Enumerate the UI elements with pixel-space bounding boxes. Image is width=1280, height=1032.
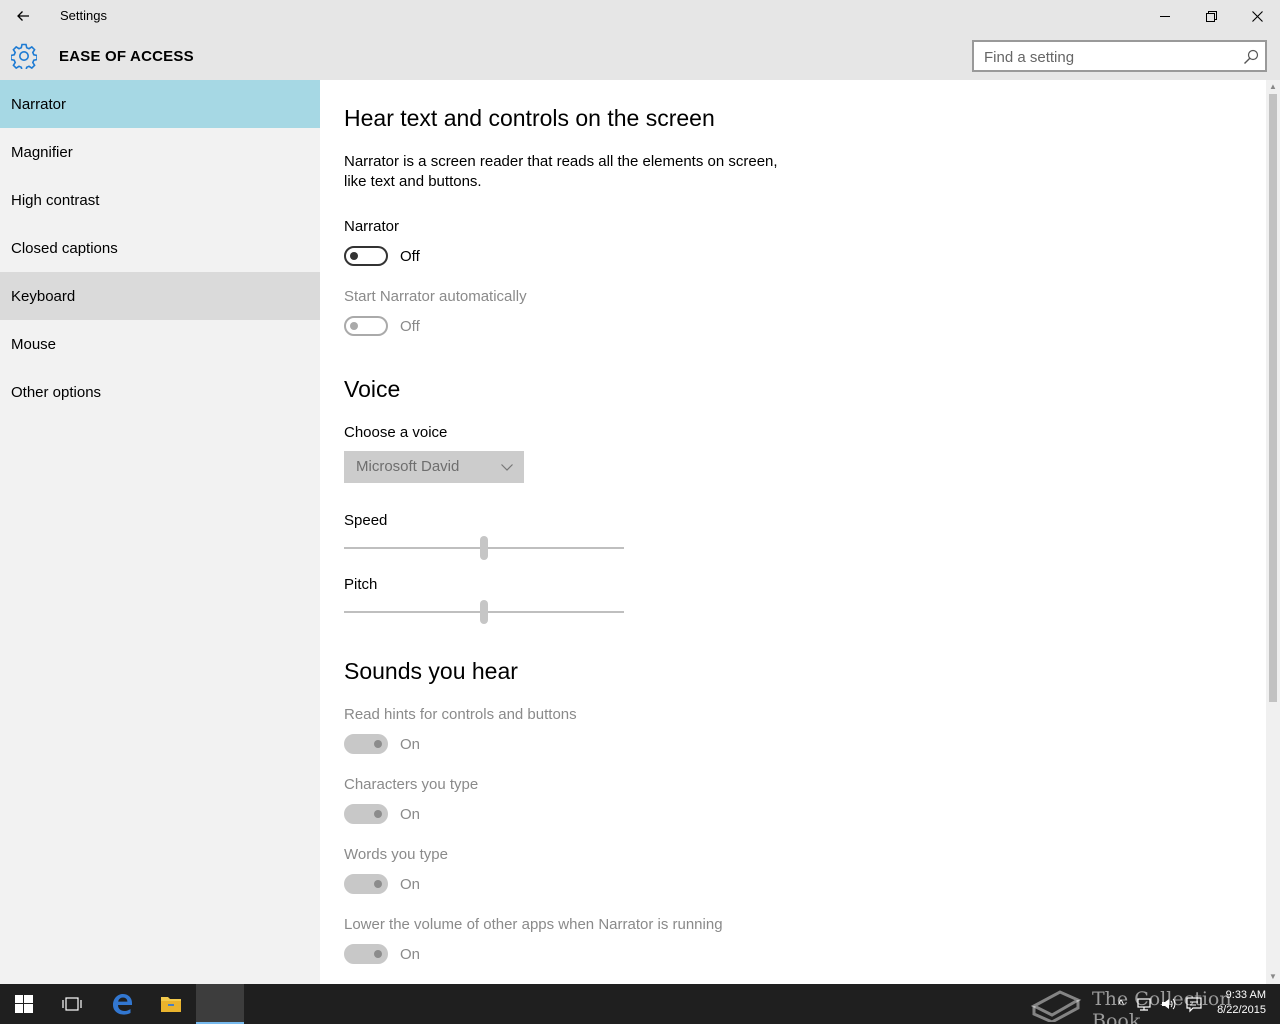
toggle-knob xyxy=(374,950,382,958)
sidebar-item-high-contrast[interactable]: High contrast xyxy=(0,176,320,224)
restore-icon xyxy=(1205,10,1217,22)
read-hints-label: Read hints for controls and buttons xyxy=(344,706,577,723)
sidebar-item-label: Keyboard xyxy=(11,287,76,305)
sidebar-item-label: Mouse xyxy=(11,335,57,353)
edge-browser-button[interactable] xyxy=(98,984,146,1024)
sidebar-item-closed-captions[interactable]: Closed captions xyxy=(0,224,320,272)
sidebar: Narrator Magnifier High contrast Closed … xyxy=(0,80,320,984)
pitch-slider-thumb[interactable] xyxy=(480,600,488,624)
characters-typed-toggle-state: On xyxy=(400,806,421,823)
volume-icon[interactable] xyxy=(1160,994,1176,1014)
section-heading: Hear text and controls on the screen xyxy=(344,105,715,131)
back-arrow-icon xyxy=(17,11,29,21)
search-box[interactable] xyxy=(972,40,1267,72)
scroll-up-arrow-icon[interactable]: ▲ xyxy=(1269,83,1277,91)
description-line: Narrator is a screen reader that reads a… xyxy=(344,153,778,170)
taskbar-clock[interactable]: 9:33 AM 8/22/2015 xyxy=(1217,988,1266,1018)
narrator-description: Narrator is a screen reader that reads a… xyxy=(344,152,778,192)
windows-logo-icon xyxy=(15,995,33,1013)
sidebar-item-label: Narrator xyxy=(11,95,67,113)
voice-dropdown-value: Microsoft David xyxy=(356,458,460,475)
toggle-knob xyxy=(350,252,358,260)
toggle-knob xyxy=(350,322,358,330)
toggle-knob xyxy=(374,810,382,818)
title-bar: Settings xyxy=(0,0,1280,32)
pitch-label: Pitch xyxy=(344,576,378,593)
window-title: Settings xyxy=(60,8,107,23)
voice-heading: Voice xyxy=(344,376,401,402)
chevron-down-icon xyxy=(501,464,513,471)
page-title: EASE OF ACCESS xyxy=(59,48,194,65)
characters-typed-label: Characters you type xyxy=(344,776,479,793)
clock-time: 9:33 AM xyxy=(1225,989,1266,1001)
start-narrator-toggle[interactable] xyxy=(344,316,388,336)
narrator-label: Narrator xyxy=(344,218,400,235)
narrator-toggle[interactable] xyxy=(344,246,388,266)
read-hints-toggle[interactable] xyxy=(344,734,388,754)
book-watermark-icon xyxy=(1030,990,1082,1022)
close-icon xyxy=(1251,10,1263,22)
scroll-thumb[interactable] xyxy=(1269,94,1277,702)
lower-volume-toggle[interactable] xyxy=(344,944,388,964)
search-input[interactable] xyxy=(984,47,1234,67)
clock-date: 8/22/2015 xyxy=(1217,1004,1266,1016)
characters-typed-toggle[interactable] xyxy=(344,804,388,824)
sidebar-item-narrator[interactable]: Narrator xyxy=(0,80,320,128)
sidebar-item-label: Magnifier xyxy=(11,143,73,161)
sidebar-item-label: High contrast xyxy=(11,191,100,209)
minimize-button[interactable] xyxy=(1142,0,1188,32)
narrator-toggle-state: Off xyxy=(400,248,420,265)
taskbar: The Collection Book ^ 9:33 AM 8/22/2015 xyxy=(0,984,1280,1032)
choose-voice-label: Choose a voice xyxy=(344,424,448,441)
scrollbar[interactable]: ▲ ▼ xyxy=(1266,80,1280,984)
start-narrator-label: Start Narrator automatically xyxy=(344,288,527,305)
folder-icon xyxy=(161,997,181,1012)
description-line: like text and buttons. xyxy=(344,173,482,190)
sidebar-item-other-options[interactable]: Other options xyxy=(0,368,320,416)
words-typed-toggle-state: On xyxy=(400,876,421,893)
action-center-icon[interactable] xyxy=(1186,994,1202,1014)
voice-dropdown[interactable]: Microsoft David xyxy=(344,451,524,483)
lower-volume-toggle-state: On xyxy=(400,946,421,963)
sidebar-item-label: Other options xyxy=(11,383,102,401)
task-view-icon xyxy=(62,997,82,1011)
lower-volume-label: Lower the volume of other apps when Narr… xyxy=(344,916,723,933)
speed-label: Speed xyxy=(344,512,388,529)
toggle-knob xyxy=(374,740,382,748)
sidebar-item-magnifier[interactable]: Magnifier xyxy=(0,128,320,176)
gear-icon xyxy=(11,43,37,69)
main-content: Hear text and controls on the screen Nar… xyxy=(320,80,1266,984)
tray-chevron-up-icon[interactable]: ^ xyxy=(1113,994,1129,1014)
file-explorer-button[interactable] xyxy=(147,984,195,1024)
start-button[interactable] xyxy=(0,984,48,1024)
network-icon[interactable] xyxy=(1136,994,1152,1014)
sidebar-item-keyboard[interactable]: Keyboard xyxy=(0,272,320,320)
toggle-knob xyxy=(374,880,382,888)
words-typed-label: Words you type xyxy=(344,846,448,863)
minimize-icon xyxy=(1159,15,1170,17)
back-button[interactable] xyxy=(0,0,46,32)
restore-button[interactable] xyxy=(1188,0,1234,32)
start-narrator-toggle-state: Off xyxy=(400,318,420,335)
settings-app-icon xyxy=(213,996,227,1010)
settings-header: EASE OF ACCESS xyxy=(0,32,1280,80)
close-button[interactable] xyxy=(1234,0,1280,32)
sounds-heading: Sounds you hear xyxy=(344,658,518,684)
read-hints-toggle-state: On xyxy=(400,736,421,753)
edge-browser-icon xyxy=(113,994,132,1015)
task-view-button[interactable] xyxy=(48,984,96,1024)
scroll-down-arrow-icon[interactable]: ▼ xyxy=(1269,973,1277,981)
sidebar-item-mouse[interactable]: Mouse xyxy=(0,320,320,368)
speed-slider-thumb[interactable] xyxy=(480,536,488,560)
sidebar-item-label: Closed captions xyxy=(11,239,118,257)
settings-taskbar-button[interactable] xyxy=(196,984,244,1024)
search-icon[interactable] xyxy=(1243,49,1259,65)
words-typed-toggle[interactable] xyxy=(344,874,388,894)
